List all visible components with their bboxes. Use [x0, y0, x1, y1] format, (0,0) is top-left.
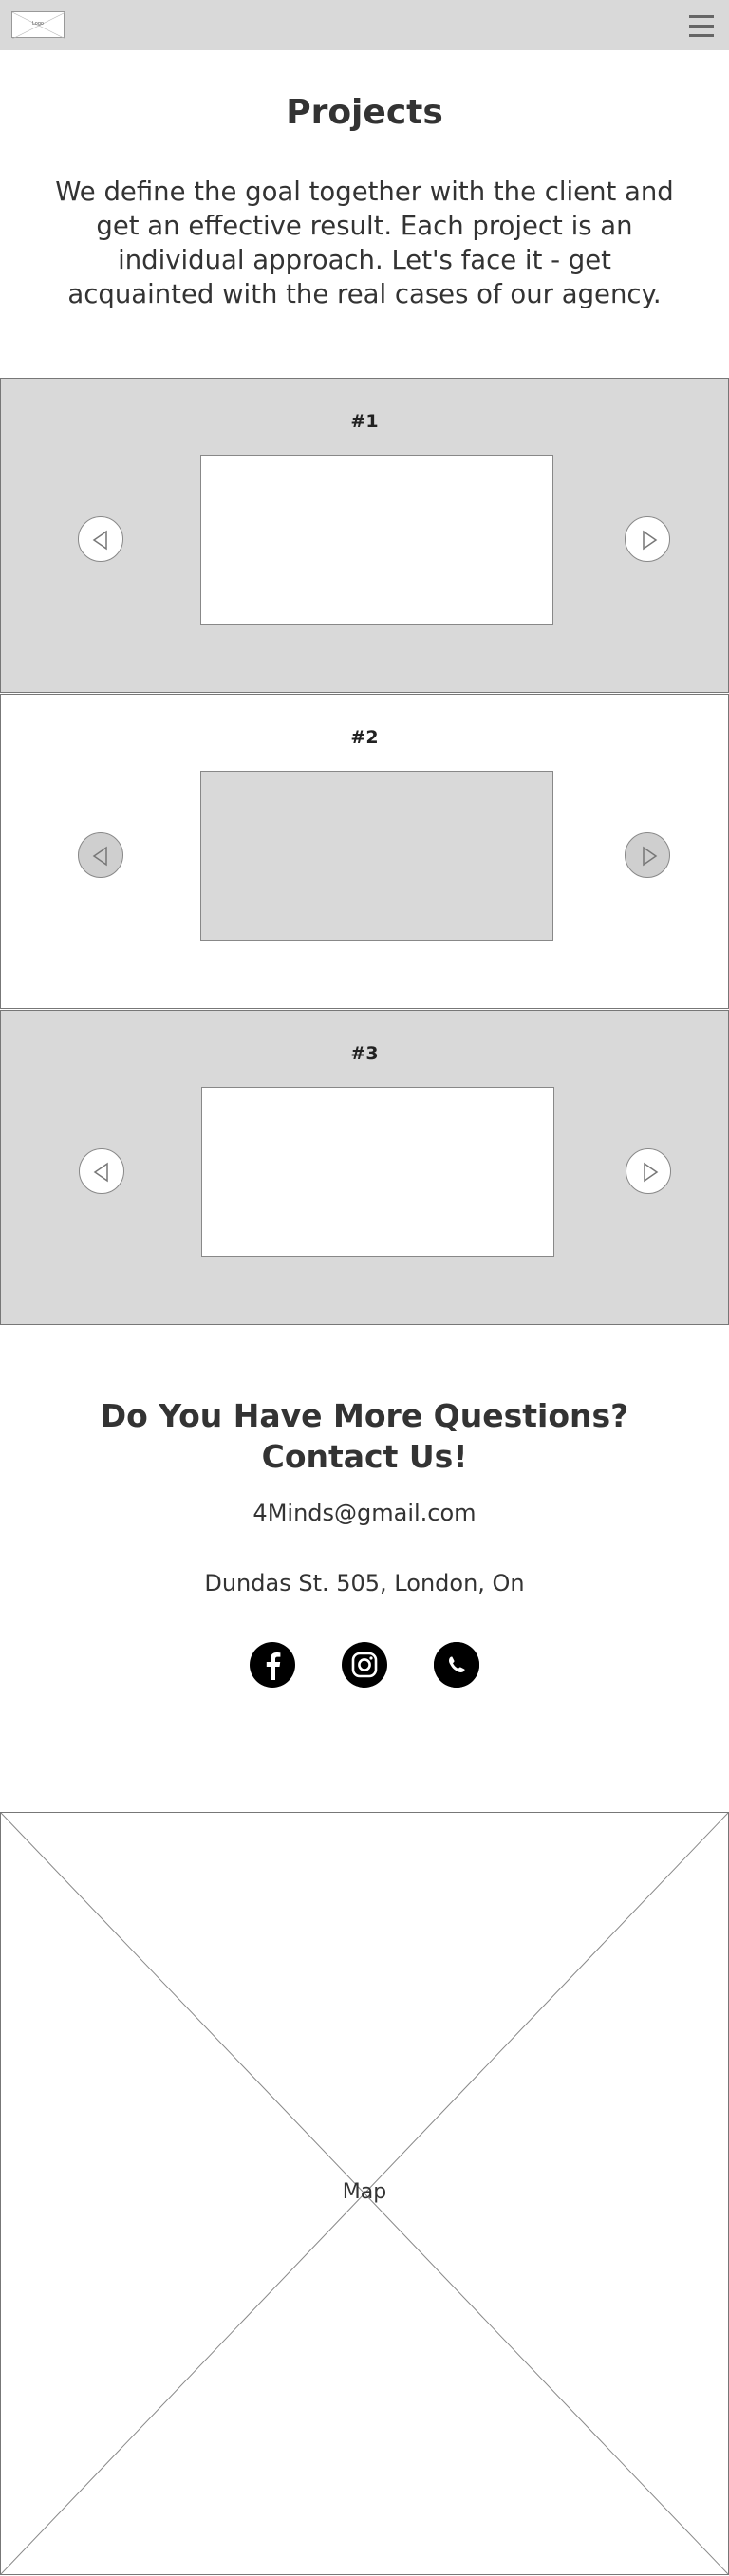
project-slider-2: #2: [0, 694, 729, 1009]
contact-title-line2: Contact Us!: [261, 1438, 468, 1475]
project-image-placeholder: [201, 1087, 554, 1257]
project-number: #2: [350, 727, 379, 748]
map-placeholder[interactable]: Map: [0, 1812, 729, 2575]
next-arrow-icon[interactable]: [625, 516, 670, 562]
map-label: Map: [342, 2180, 387, 2204]
header-bar: Logo: [0, 0, 729, 50]
next-arrow-icon[interactable]: [626, 1148, 671, 1194]
project-number: #3: [350, 1043, 379, 1064]
project-slider-3: #3: [0, 1010, 729, 1325]
project-number: #1: [350, 411, 379, 432]
whatsapp-icon[interactable]: [434, 1642, 479, 1688]
page-title: Projects: [286, 93, 443, 132]
contact-email[interactable]: 4Minds@gmail.com: [0, 1500, 729, 1526]
logo[interactable]: Logo: [11, 11, 65, 39]
prev-arrow-icon[interactable]: [79, 1148, 124, 1194]
projects-description: We define the goal together with the cli…: [55, 177, 674, 309]
logo-text: Logo: [32, 21, 44, 27]
prev-arrow-icon[interactable]: [78, 832, 123, 878]
project-image-placeholder: [200, 771, 553, 941]
facebook-icon[interactable]: [250, 1642, 295, 1688]
project-slider-1: #1: [0, 378, 729, 693]
prev-arrow-icon[interactable]: [78, 516, 123, 562]
hamburger-menu-icon[interactable]: [689, 13, 714, 40]
instagram-icon[interactable]: [342, 1642, 387, 1688]
contact-title: Do You Have More Questions? Contact Us!: [0, 1395, 729, 1477]
project-image-placeholder: [200, 455, 553, 625]
contact-address: Dundas St. 505, London, On: [204, 1570, 525, 1596]
next-arrow-icon[interactable]: [625, 832, 670, 878]
contact-title-line1: Do You Have More Questions?: [100, 1397, 629, 1434]
